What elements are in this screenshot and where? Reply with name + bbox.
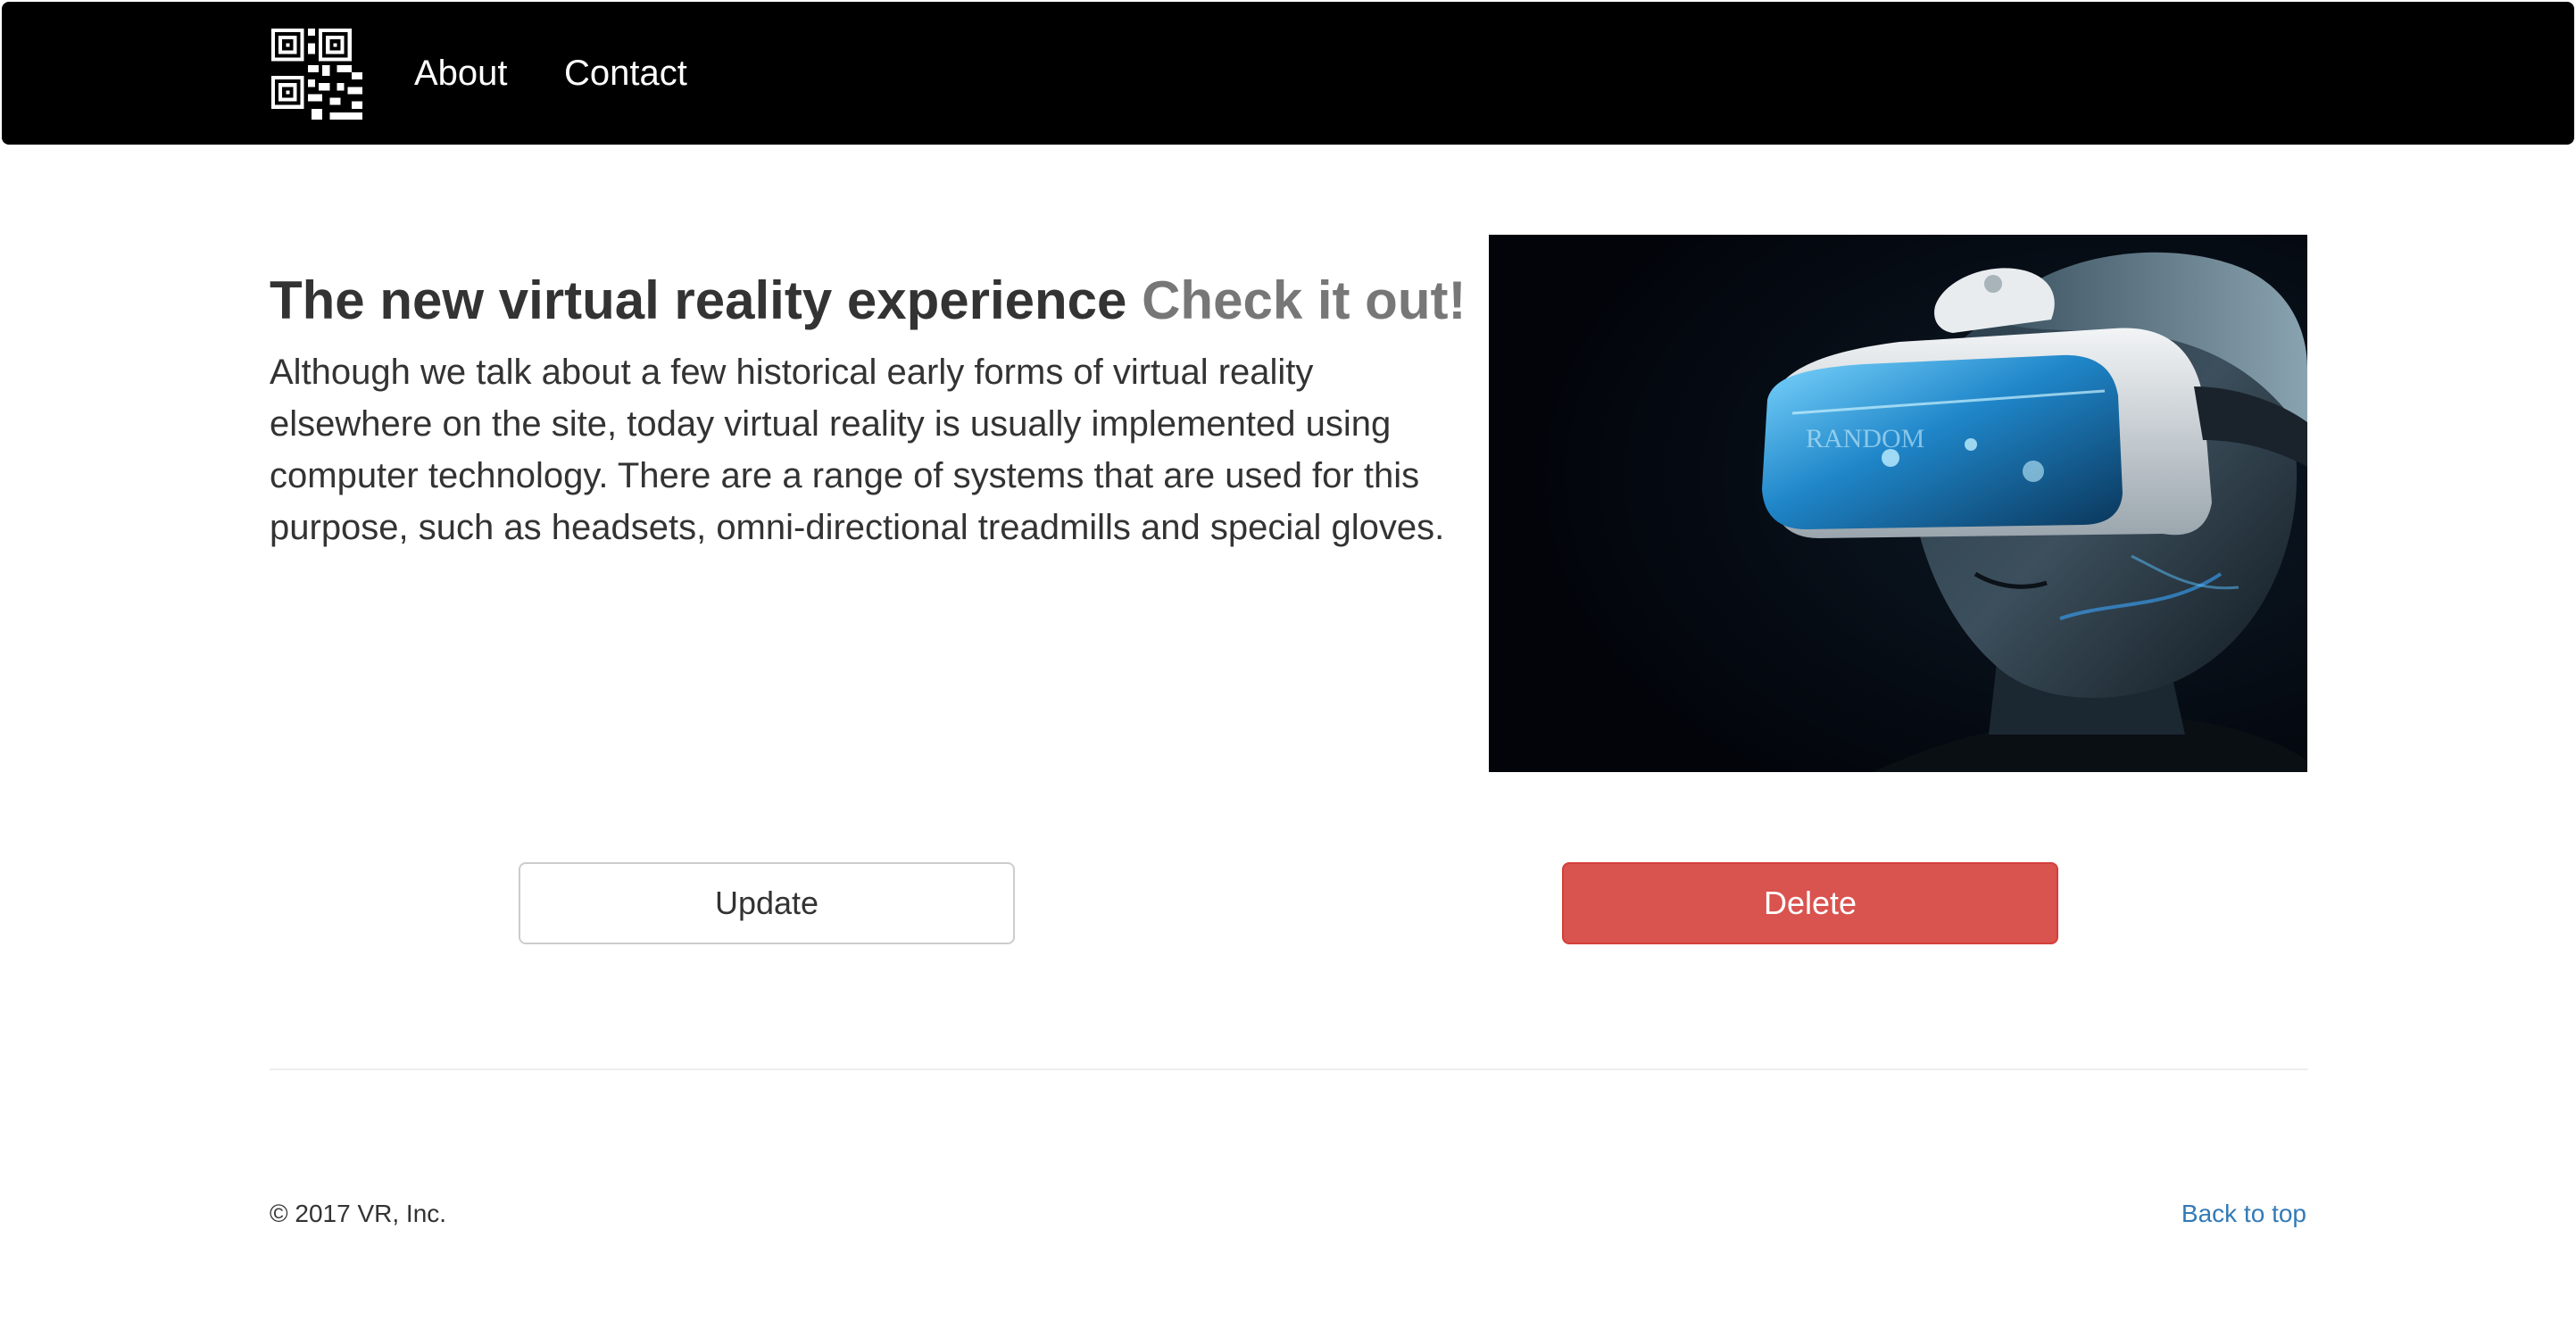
qr-code-icon[interactable] [271,29,362,120]
nav-link-about[interactable]: About [414,50,508,96]
back-to-top-link[interactable]: Back to top [2181,1196,2306,1232]
hero-heading-main: The new virtual reality experience [270,270,1127,330]
delete-button[interactable]: Delete [1562,862,2058,944]
nav-link-contact[interactable]: Contact [564,50,687,96]
footer-divider [270,1068,2308,1070]
copyright-text: © 2017 VR, Inc. [270,1200,447,1227]
vr-headset-image: RANDOM [1489,235,2307,772]
headset-brand-text: RANDOM [1806,424,1924,453]
hero-heading: The new virtual reality experience Check… [270,268,1483,334]
top-navbar: About Contact [2,2,2574,145]
hero-paragraph: Although we talk about a few historical … [270,353,1445,547]
update-button[interactable]: Update [519,862,1015,944]
hero-heading-muted: Check it out! [1142,270,1467,330]
